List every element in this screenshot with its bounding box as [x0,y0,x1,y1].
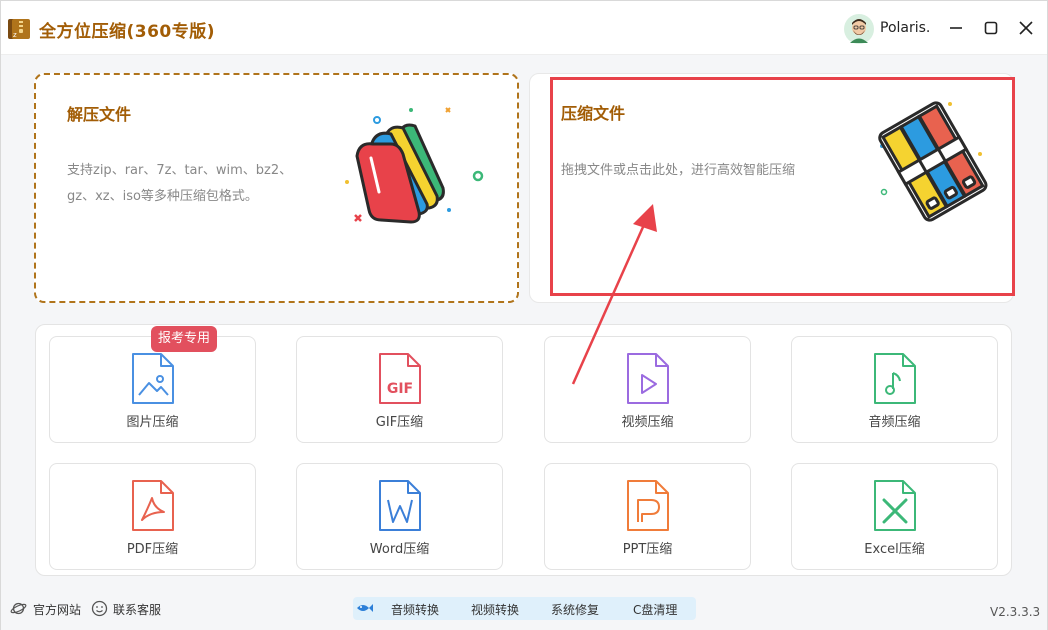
footer: 官方网站 联系客服 音频转换 视频转换 系统修复 C盘清理 V2.3.3.3 [1,591,1047,630]
tool-label: PPT压缩 [622,542,673,557]
tool-excel-compress[interactable]: Excel压缩 [791,463,998,570]
gif-file-icon: GIF [379,353,421,404]
audio-convert-link[interactable]: 音频转换 [391,601,439,618]
app-logo-icon: z [8,19,30,39]
website-link[interactable]: 官方网站 [33,601,81,618]
tool-gif-compress[interactable]: GIF GIF压缩 [296,336,503,443]
svg-text:GIF: GIF [387,381,413,397]
video-convert-link[interactable]: 视频转换 [471,601,519,618]
system-repair-link[interactable]: 系统修复 [551,601,599,618]
tool-label: PDF压缩 [126,542,179,557]
extract-description: 支持zip、rar、7z、tar、wim、bz2、gz、xz、iso等多种压缩包… [67,163,293,204]
pointer-arrow-icon [571,204,657,385]
planet-icon [10,602,27,615]
exam-badge: 报考专用 [151,326,217,352]
maximize-icon[interactable] [981,18,1001,38]
tool-label: Excel压缩 [864,542,925,557]
ppt-file-icon [627,480,669,531]
support-link[interactable]: 联系客服 [113,601,161,618]
tool-image-compress[interactable]: 图片压缩 [49,336,256,443]
support-icon [91,600,108,617]
tool-word-compress[interactable]: Word压缩 [296,463,503,570]
username[interactable]: Polaris. [880,20,930,36]
app-window: z 全方位压缩(360专版) Polaris. 解压文件 支持zip、rar、7… [0,0,1048,630]
tool-audio-compress[interactable]: 音频压缩 [791,336,998,443]
svg-text:z: z [13,31,17,39]
c-drive-clean-link[interactable]: C盘清理 [633,601,677,618]
tool-label: Word压缩 [369,542,430,557]
excel-file-icon [874,480,916,531]
tools-panel: 图片压缩 GIF GIF压缩 视频压缩 音频压缩 PDF压缩 Word压缩 PP… [35,324,1012,576]
tool-pdf-compress[interactable]: PDF压缩 [49,463,256,570]
audio-file-icon [874,353,916,404]
extract-card[interactable]: 解压文件 支持zip、rar、7z、tar、wim、bz2、gz、xz、iso等… [34,73,519,303]
avatar[interactable] [844,14,874,44]
tool-label: 音频压缩 [868,415,921,430]
tool-label: 图片压缩 [126,415,179,430]
extract-title: 解压文件 [67,105,132,124]
tool-label: GIF压缩 [375,415,424,430]
tool-ppt-compress[interactable]: PPT压缩 [544,463,751,570]
folder-fan-icon [345,107,484,224]
minimize-icon[interactable] [946,18,966,38]
app-title: 全方位压缩(360专版) [39,22,216,42]
pdf-file-icon [132,480,174,531]
version-label: V2.3.3.3 [990,605,1041,619]
image-file-icon [132,353,174,404]
word-file-icon [379,480,421,531]
quick-tools-bar: 音频转换 视频转换 系统修复 C盘清理 [353,597,696,620]
title-bar: z 全方位压缩(360专版) Polaris. [1,1,1047,55]
close-icon[interactable] [1016,18,1036,38]
tool-label: 视频压缩 [621,415,674,430]
fish-icon [357,604,373,612]
